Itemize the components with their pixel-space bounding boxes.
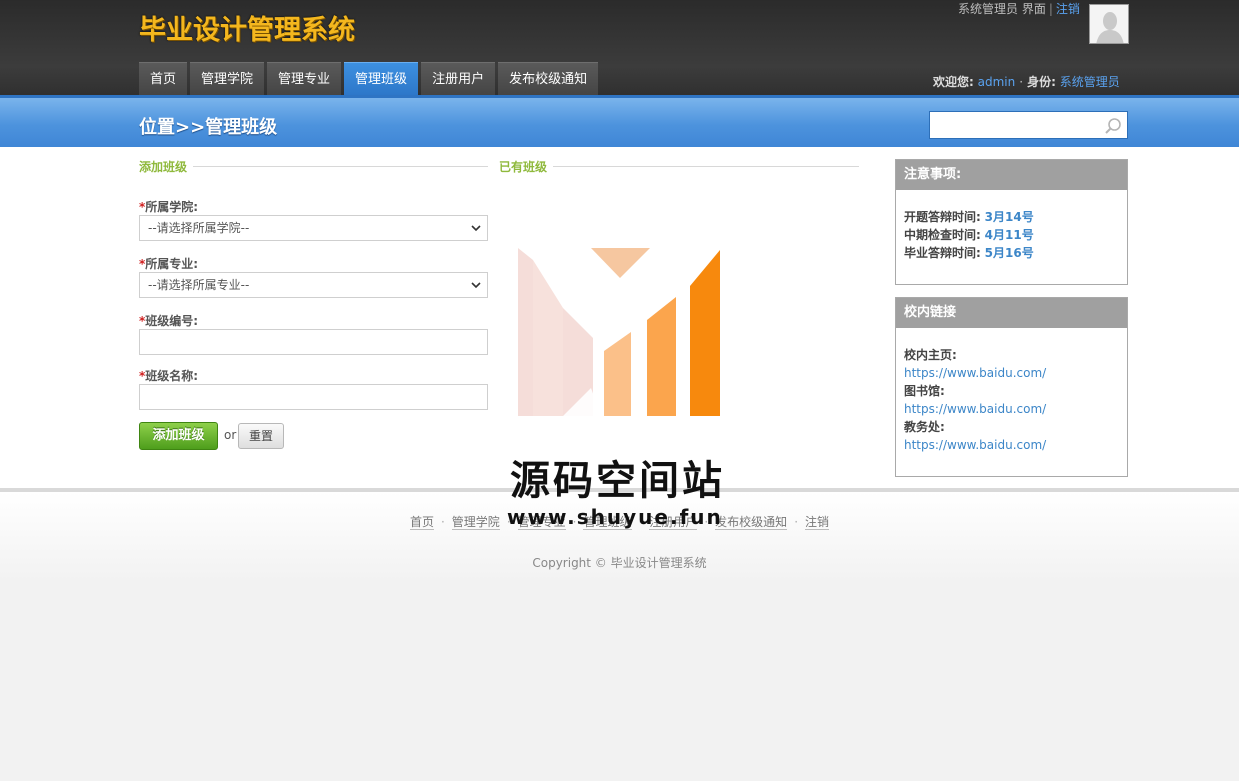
class-no-input[interactable] (139, 329, 488, 355)
chevron-down-icon (471, 282, 481, 289)
copyright: Copyright © 毕业设计管理系统 (532, 556, 707, 570)
college-select-value: --请选择所属学院-- (148, 221, 250, 235)
footer-link-logout[interactable]: 注销 (805, 515, 830, 530)
watermark-name: 源码空间站 (510, 458, 725, 504)
notice-item-label: 中期检查时间: (904, 228, 981, 242)
top-links-separator: | (1048, 2, 1053, 16)
link-label: 图书馆: (904, 384, 945, 398)
search-input[interactable] (929, 111, 1128, 139)
link-url[interactable]: https://www.baidu.com/ (904, 364, 1119, 382)
major-select[interactable]: --请选择所属专业-- (139, 272, 488, 298)
link-url[interactable]: https://www.baidu.com/ (904, 436, 1119, 454)
class-no-label-text: 班级编号: (145, 314, 199, 328)
avatar[interactable] (1089, 4, 1129, 44)
major-label-text: 所属专业: (145, 257, 199, 271)
notice-item-value: 5月16号 (984, 246, 1034, 260)
links-panel-body: 校内主页: https://www.baidu.com/ 图书馆: https:… (896, 328, 1127, 464)
breadcrumb: 位置>>管理班级 (139, 117, 278, 138)
class-no-label: *班级编号: (139, 312, 198, 329)
watermark-site: www.shuyue.fun (507, 505, 723, 529)
nav-publish-notice[interactable]: 发布校级通知 (498, 62, 599, 95)
nav-manage-major[interactable]: 管理专业 (267, 62, 342, 95)
college-label-text: 所属学院: (145, 200, 199, 214)
header: 毕业设计管理系统 系统管理员 界面 | 注销 首页 管理学院 管理专业 管理班级 注… (0, 0, 1239, 95)
nav-home[interactable]: 首页 (139, 62, 188, 95)
footer-separator: · (440, 515, 445, 529)
major-select-value: --请选择所属专业-- (148, 278, 250, 292)
or-text: or (224, 428, 237, 442)
class-name-label: *班级名称: (139, 367, 198, 384)
notice-item: 中期检查时间: 4月11号 (904, 226, 1119, 244)
welcome-user[interactable]: admin (978, 75, 1016, 89)
college-select[interactable]: --请选择所属学院-- (139, 215, 488, 241)
link-url[interactable]: https://www.baidu.com/ (904, 400, 1119, 418)
top-links: 系统管理员 界面 | 注销 (958, 0, 1080, 17)
links-panel: 校内链接 校内主页: https://www.baidu.com/ 图书馆: h… (895, 297, 1128, 477)
role-label: 身份: (1027, 75, 1056, 89)
welcome-label: 欢迎您: (933, 75, 974, 89)
nav-register-user[interactable]: 注册用户 (421, 62, 496, 95)
college-label: *所属学院: (139, 198, 198, 215)
notice-item-label: 毕业答辩时间: (904, 246, 981, 260)
notice-item: 开题答辩时间: 3月14号 (904, 208, 1119, 226)
notice-panel-body: 开题答辩时间: 3月14号 中期检查时间: 4月11号 毕业答辩时间: 5月16… (896, 190, 1127, 272)
user-silhouette-icon (1090, 5, 1128, 43)
links-panel-title: 校内链接 (896, 298, 1127, 328)
search-icon[interactable] (1103, 116, 1123, 136)
link-label: 校内主页: (904, 348, 957, 362)
notice-item-value: 4月11号 (984, 228, 1034, 242)
notice-panel: 注意事项: 开题答辩时间: 3月14号 中期检查时间: 4月11号 毕业答辩时间… (895, 159, 1128, 285)
footer-link-home[interactable]: 首页 (409, 515, 434, 530)
chevron-down-icon (471, 225, 481, 232)
welcome-info: 欢迎您: admin · 身份: 系统管理员 (933, 73, 1120, 90)
class-name-label-text: 班级名称: (145, 369, 199, 383)
main-nav: 首页 管理学院 管理专业 管理班级 注册用户 发布校级通知 (139, 62, 601, 95)
logout-link[interactable]: 注销 (1056, 2, 1080, 16)
welcome-role[interactable]: 系统管理员 (1060, 75, 1120, 89)
welcome-dot: · (1019, 75, 1024, 89)
nav-manage-college[interactable]: 管理学院 (190, 62, 265, 95)
nav-manage-class[interactable]: 管理班级 (344, 62, 419, 95)
add-class-button[interactable]: 添加班级 (139, 422, 218, 450)
notice-item: 毕业答辩时间: 5月16号 (904, 244, 1119, 262)
notice-item-value: 3月14号 (984, 210, 1034, 224)
footer-link-college[interactable]: 管理学院 (451, 515, 500, 530)
title-band: 位置>>管理班级 (0, 95, 1239, 147)
existing-section-title: 已有班级 (499, 158, 554, 175)
class-name-input[interactable] (139, 384, 488, 410)
notice-item-label: 开题答辩时间: (904, 210, 981, 224)
major-label: *所属专业: (139, 255, 198, 272)
reset-button[interactable]: 重置 (238, 423, 284, 449)
notice-panel-title: 注意事项: (896, 160, 1127, 190)
link-label: 教务处: (904, 420, 945, 434)
site-title: 毕业设计管理系统 (139, 15, 355, 46)
add-section-title: 添加班级 (139, 158, 194, 175)
role-page-link[interactable]: 系统管理员 界面 (958, 2, 1046, 16)
footer-separator: · (794, 515, 799, 529)
